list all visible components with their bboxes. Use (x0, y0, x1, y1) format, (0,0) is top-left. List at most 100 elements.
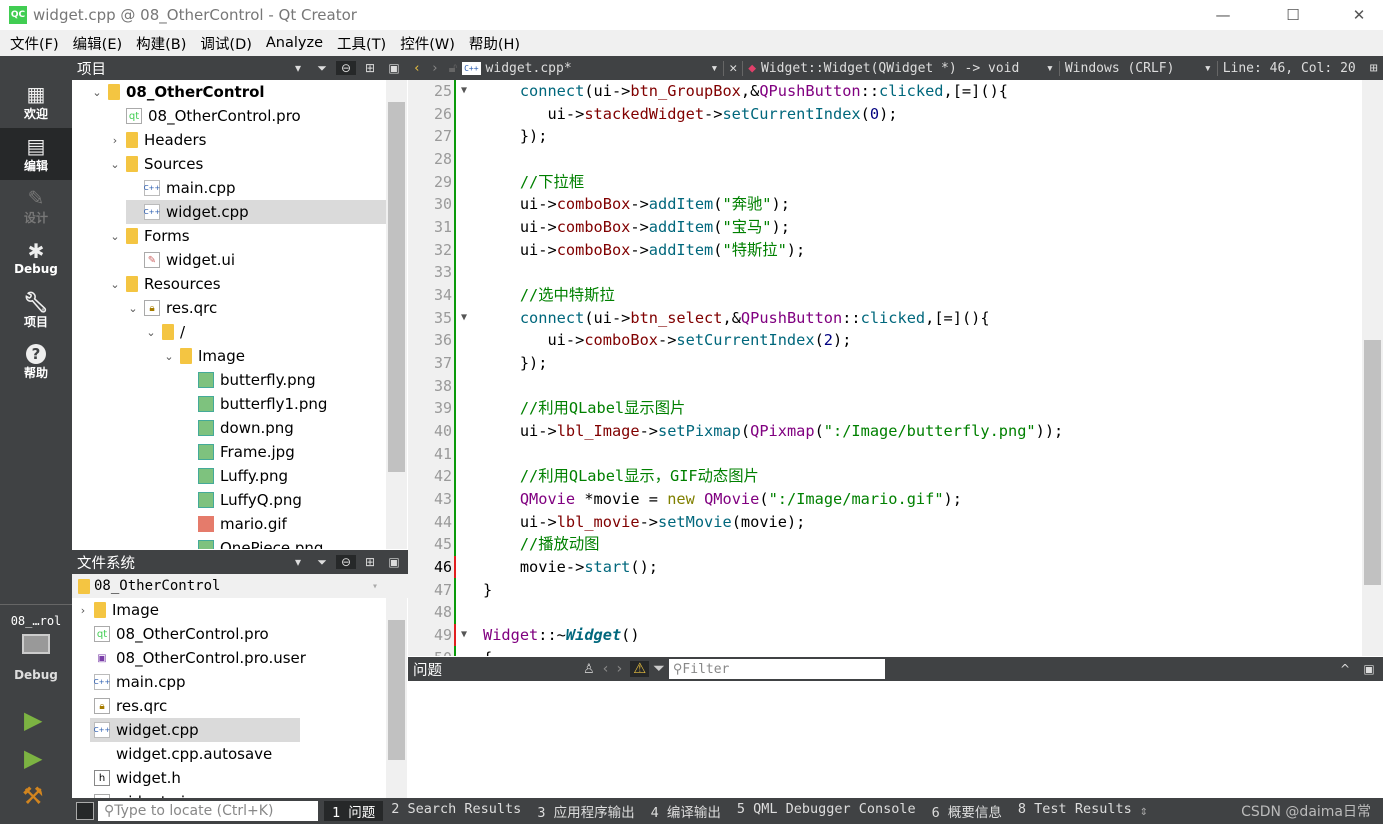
code-line[interactable]: 34 //选中特斯拉 (408, 284, 1362, 306)
mode-2[interactable]: ✎ 设计 (0, 180, 72, 232)
mode-4[interactable]: 🔧︎ 项目 (0, 284, 72, 336)
close-panel-icon[interactable]: ▣ (384, 61, 404, 75)
split-icon[interactable]: ⊞ (1365, 61, 1383, 76)
build-hammer-icon[interactable]: ⚒ (22, 782, 44, 810)
chevron-down-icon[interactable]: ⌄ (90, 86, 104, 99)
code-line[interactable]: 28 (408, 148, 1362, 170)
output-pane-tab[interactable]: 4 编译输出 (643, 801, 729, 821)
menu-item[interactable]: 构建(B) (130, 33, 192, 54)
mode-3[interactable]: ✱ Debug (0, 232, 72, 284)
monitor-icon[interactable] (22, 634, 50, 654)
project-tree-item[interactable]: ⌄ Forms (108, 224, 189, 248)
filesystem-scrollbar[interactable] (386, 598, 407, 798)
minimize-button[interactable]: — (1200, 0, 1246, 30)
project-tree-item[interactable]: qt 08_OtherControl.pro (108, 104, 301, 128)
output-pane-tab[interactable]: 5 QML Debugger Console (729, 801, 924, 821)
code-line[interactable]: 42 //利用QLabel显示，GIF动态图片 (408, 465, 1362, 487)
editor-scrollbar[interactable] (1362, 80, 1383, 656)
code-line[interactable]: 41 (408, 443, 1362, 465)
project-tree-item[interactable]: ⌄ Resources (108, 272, 220, 296)
menu-item[interactable]: 调试(D) (194, 33, 257, 54)
filesystem-item[interactable]: › Image (76, 598, 159, 622)
filesystem-item[interactable]: C++ widget.cpp (90, 718, 300, 742)
project-tree-item[interactable]: mario.gif (180, 512, 287, 536)
filesystem-item[interactable]: ▣ 08_OtherControl.pro.user (76, 646, 306, 670)
code-line[interactable]: 25 ▼ connect(ui->btn_GroupBox,&QPushButto… (408, 80, 1362, 102)
project-tree-item[interactable]: ⌄ Sources (108, 152, 203, 176)
code-line[interactable]: 46 movie->start(); (408, 556, 1362, 579)
line-ending-combo[interactable]: Windows (CRLF) (1058, 60, 1199, 76)
menu-item[interactable]: 文件(F) (4, 33, 65, 54)
chevron-right-icon[interactable]: › (76, 604, 90, 617)
dropdown-icon[interactable]: ▾ (1041, 61, 1059, 76)
code-line[interactable]: 26 ui->stackedWidget->setCurrentIndex(0)… (408, 103, 1362, 125)
project-tree-item[interactable]: ⌄ Image (162, 344, 245, 368)
code-line[interactable]: 47} (408, 579, 1362, 601)
menu-item[interactable]: 工具(T) (331, 33, 392, 54)
project-tree-scrollbar[interactable] (386, 80, 407, 549)
code-line[interactable]: 29 //下拉框 (408, 171, 1362, 193)
output-pane-tab[interactable]: 6 概要信息 (924, 801, 1010, 821)
chevron-right-icon[interactable]: › (108, 134, 122, 147)
link-icon[interactable]: ⊖ (336, 61, 356, 75)
filesystem-panel-title[interactable]: 文件系统 (77, 552, 135, 573)
projects-panel-title[interactable]: 项目 (77, 58, 106, 79)
close-button[interactable]: ✕ (1336, 0, 1382, 30)
locator-input[interactable]: ⚲ Type to locate (Ctrl+K) (98, 801, 318, 821)
code-line[interactable]: 27 }); (408, 125, 1362, 147)
filter-icon[interactable]: ⏷ (312, 555, 332, 570)
code-line[interactable]: 36 ui->comboBox->setCurrentIndex(2); (408, 329, 1362, 351)
chevron-down-icon[interactable]: ⌄ (108, 230, 122, 243)
code-line[interactable]: 39 //利用QLabel显示图片 (408, 397, 1362, 419)
code-line[interactable]: 30 ui->comboBox->addItem("奔驰"); (408, 193, 1362, 215)
code-line[interactable]: 35 ▼ connect(ui->btn_select,&QPushButton:… (408, 307, 1362, 329)
filter-icon[interactable]: ⏷ (653, 661, 665, 677)
code-line[interactable]: 44 ui->lbl_movie->setMovie(movie); (408, 511, 1362, 533)
link-icon[interactable]: ⊖ (336, 555, 356, 569)
code-line[interactable]: 43 QMovie *movie = new QMovie(":/Image/m… (408, 488, 1362, 510)
filesystem-root-combo[interactable]: 08_OtherControl ▾ (72, 574, 408, 598)
code-line[interactable]: 49 ▼ Widget::~Widget() (408, 624, 1362, 647)
output-pane-tab[interactable]: 3 应用程序输出 (529, 801, 642, 821)
maximize-button[interactable]: ☐ (1270, 0, 1316, 30)
dropdown-icon[interactable]: ▾ (706, 61, 724, 76)
dropdown-icon[interactable]: ▾ (288, 61, 308, 75)
fold-arrow-icon[interactable]: ▼ (461, 80, 467, 102)
project-tree-item[interactable]: ⌄ 🔒︎ res.qrc (126, 296, 217, 320)
project-tree-item[interactable]: Frame.jpg (180, 440, 295, 464)
lock-icon[interactable]: 🔓︎ (444, 61, 462, 76)
filesystem-item[interactable]: qt 08_OtherControl.pro (76, 622, 269, 646)
mode-1[interactable]: ▤ 编辑 (0, 128, 72, 180)
maximize-pane-icon[interactable]: ^ (1335, 662, 1355, 676)
project-tree-item[interactable]: butterfly1.png (180, 392, 327, 416)
code-line[interactable]: 33 (408, 261, 1362, 283)
cursor-position[interactable]: Line: 46, Col: 20 (1216, 60, 1365, 76)
toggle-sidebar-icon[interactable] (76, 802, 94, 820)
project-tree-item[interactable]: down.png (180, 416, 294, 440)
code-line[interactable]: 48 (408, 601, 1362, 623)
close-file-icon[interactable]: ✕ (723, 60, 742, 76)
fold-arrow-icon[interactable]: ▼ (461, 624, 467, 646)
output-pane-tab[interactable]: 2 Search Results (383, 801, 529, 821)
chevron-down-icon[interactable]: ⌄ (108, 158, 122, 171)
filter-icon[interactable]: ⏷ (312, 61, 332, 76)
project-tree-item[interactable]: › Headers (108, 128, 207, 152)
chevron-down-icon[interactable]: ⌄ (126, 302, 140, 315)
filesystem-item[interactable]: ✎widget.ui (76, 790, 185, 798)
chevron-down-icon[interactable]: ⌄ (144, 326, 158, 339)
dropdown-icon[interactable]: ▾ (1199, 61, 1217, 76)
menu-item[interactable]: Analyze (260, 35, 329, 51)
output-pane-tab[interactable]: 1 问题 (324, 801, 384, 821)
code-line[interactable]: 31 ui->comboBox->addItem("宝马"); (408, 216, 1362, 238)
close-panel-icon[interactable]: ▣ (384, 555, 404, 569)
filesystem-item[interactable]: h widget.h (76, 766, 181, 790)
code-line[interactable]: 50 { (408, 647, 1362, 656)
code-line[interactable]: 38 (408, 375, 1362, 397)
filesystem-item[interactable]: C++ main.cpp (76, 670, 186, 694)
menu-item[interactable]: 帮助(H) (463, 33, 526, 54)
debug-run-icon[interactable]: ▶ (24, 744, 42, 772)
menu-item[interactable]: 控件(W) (394, 33, 461, 54)
code-line[interactable]: 40 ui->lbl_Image->setPixmap(QPixmap(":/I… (408, 420, 1362, 442)
split-icon[interactable]: ⊞ (360, 555, 380, 569)
dropdown-icon[interactable]: ▾ (288, 555, 308, 569)
